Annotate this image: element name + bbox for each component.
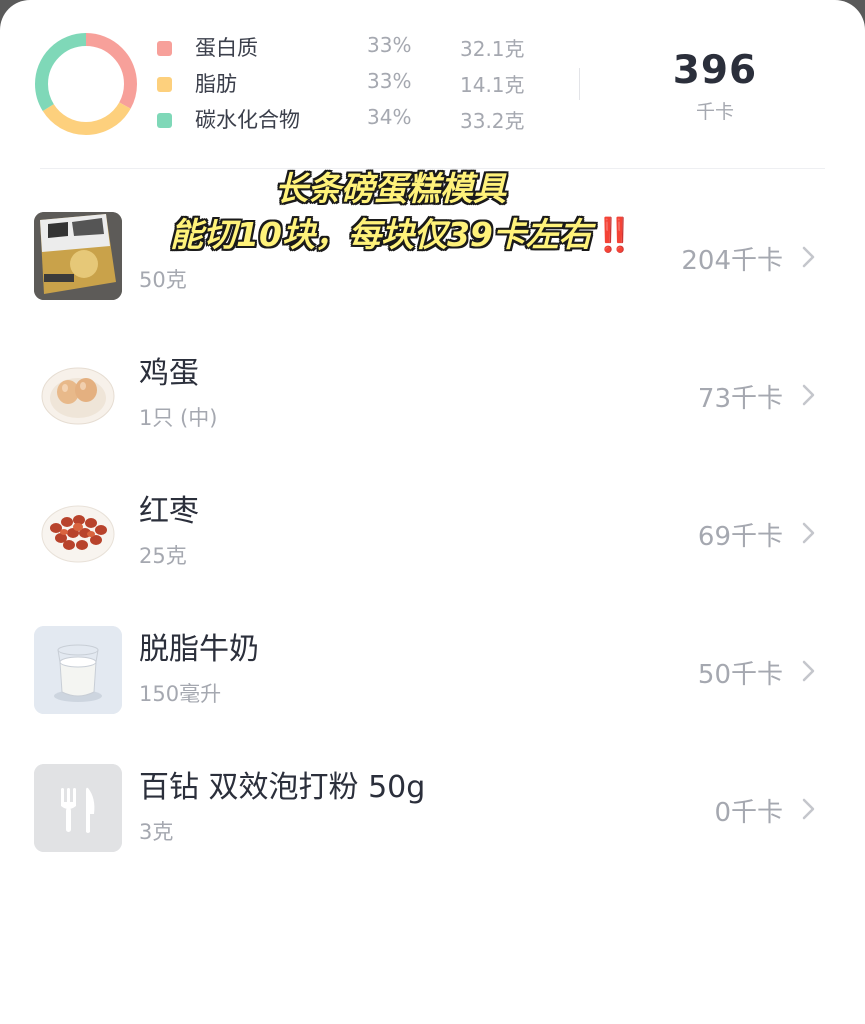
milk-glass-icon bbox=[34, 626, 122, 714]
legend-row-protein: 蛋白质 33% 32.1克 bbox=[155, 30, 555, 66]
food-name: 鸡蛋 bbox=[139, 356, 199, 391]
fork-knife-icon bbox=[34, 764, 122, 852]
food-calories: 50千卡 bbox=[697, 660, 783, 690]
food-name: 脱脂牛奶 bbox=[139, 632, 259, 667]
macro-name: 脂肪 bbox=[195, 72, 237, 96]
fat-color-dot bbox=[157, 77, 172, 92]
overlay-caption-line1: 长条磅蛋糕模具 bbox=[275, 169, 506, 208]
food-item[interactable]: 红枣 25克 69千卡 bbox=[0, 488, 865, 626]
chevron-right-icon bbox=[802, 384, 815, 406]
food-quantity: 3克 bbox=[139, 820, 174, 844]
legend-row-fat: 脂肪 33% 14.1克 bbox=[155, 66, 555, 102]
overlay-caption-line2: 能切10块，每块仅39卡左右‼️ bbox=[0, 208, 835, 256]
chevron-right-icon bbox=[802, 798, 815, 820]
macro-percent: 33% bbox=[367, 33, 412, 57]
summary-divider bbox=[579, 68, 580, 100]
carb-color-dot bbox=[157, 113, 172, 128]
food-calories: 73千卡 bbox=[697, 384, 783, 414]
food-quantity: 25克 bbox=[139, 544, 187, 568]
protein-color-dot bbox=[157, 41, 172, 56]
food-quantity: 50克 bbox=[139, 268, 187, 292]
chevron-right-icon bbox=[802, 660, 815, 682]
macro-amount: 14.1克 bbox=[460, 73, 525, 97]
food-name: 百钻 双效泡打粉 50g bbox=[139, 770, 426, 805]
macro-name: 蛋白质 bbox=[195, 36, 258, 60]
diet-summary-card: 蛋白质 33% 32.1克 脂肪 33% 14.1克 碳水化合物 34% 33.… bbox=[0, 0, 865, 1024]
overlay-caption-text: 能切10块，每块仅39卡左右 bbox=[170, 215, 592, 254]
food-quantity: 150毫升 bbox=[139, 682, 222, 706]
macro-amount: 33.2克 bbox=[460, 109, 525, 133]
macro-percent: 34% bbox=[367, 105, 412, 129]
food-quantity: 1只 (中) bbox=[139, 406, 218, 430]
total-calories-unit: 千卡 bbox=[695, 101, 734, 123]
macro-name: 碳水化合物 bbox=[195, 108, 300, 132]
food-name: 红枣 bbox=[139, 494, 199, 529]
eggs-icon bbox=[34, 350, 122, 438]
food-item[interactable]: 百钻 双效泡打粉 50g 3克 0千卡 bbox=[0, 764, 865, 902]
legend-row-carb: 碳水化合物 34% 33.2克 bbox=[155, 102, 555, 138]
macro-percent: 33% bbox=[367, 69, 412, 93]
food-calories: 0千卡 bbox=[714, 798, 783, 828]
total-calories: 396 bbox=[672, 48, 758, 93]
food-calories: 69千卡 bbox=[697, 522, 783, 552]
food-item[interactable]: 鸡蛋 1只 (中) 73千卡 bbox=[0, 350, 865, 488]
red-dates-icon bbox=[34, 488, 122, 576]
macro-amount: 32.1克 bbox=[460, 37, 525, 61]
double-exclamation-icon: ‼️ bbox=[593, 215, 635, 254]
chevron-right-icon bbox=[802, 522, 815, 544]
macro-donut-chart bbox=[35, 33, 137, 135]
food-item[interactable]: 脱脂牛奶 150毫升 50千卡 bbox=[0, 626, 865, 764]
